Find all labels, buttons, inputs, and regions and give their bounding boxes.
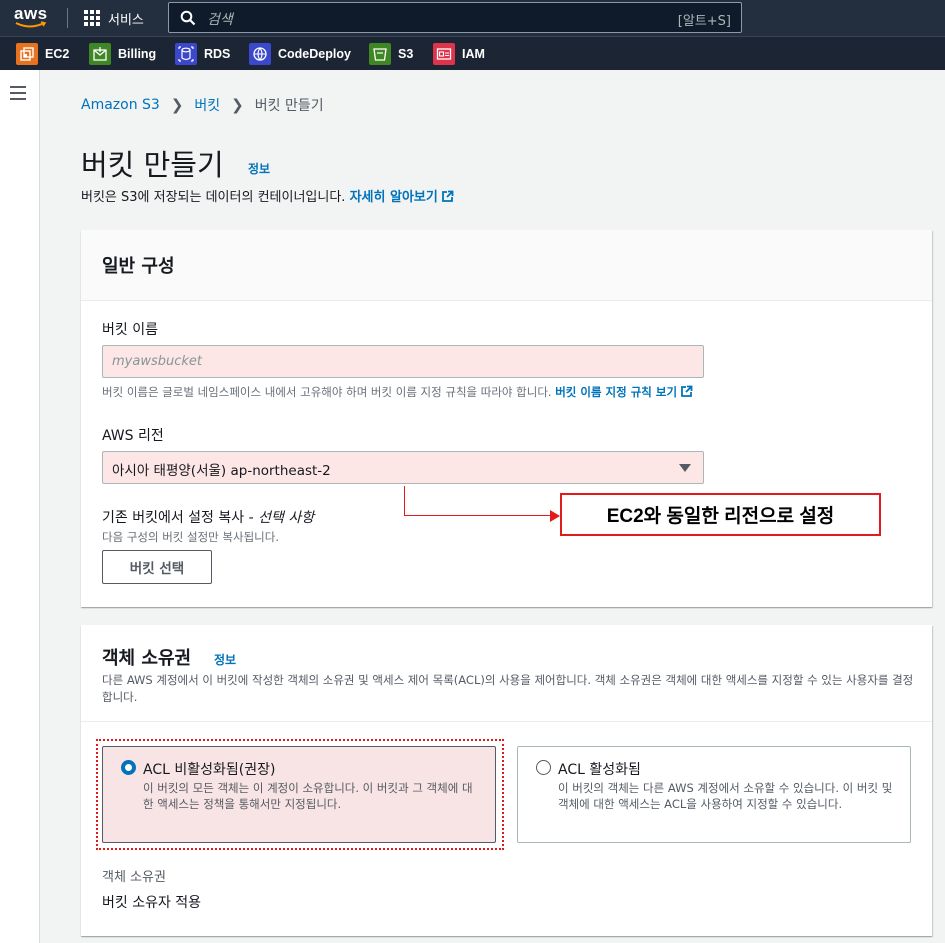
bucket-name-placeholder: myawsbucket bbox=[112, 354, 202, 369]
aws-logo[interactable]: aws bbox=[14, 4, 54, 30]
favorite-label: RDS bbox=[204, 47, 231, 61]
copy-settings-text: 기존 버킷에서 설정 복사 - bbox=[102, 510, 259, 526]
bucket-name-help-text: 버킷 이름은 글로벌 네임스페이스 내에서 고유해야 하며 버킷 이름 지정 규… bbox=[102, 385, 552, 399]
top-navigation-bar: aws 서비스 검색 [알트+S] bbox=[0, 0, 945, 36]
acl-disabled-description: 이 버킷의 모든 객체는 이 계정이 소유합니다. 이 버킷과 그 객체에 대한… bbox=[143, 781, 473, 811]
caret-down-icon bbox=[679, 464, 691, 472]
favorite-billing[interactable]: Billing bbox=[89, 43, 156, 65]
breadcrumb-buckets[interactable]: 버킷 bbox=[194, 95, 220, 115]
search-icon bbox=[180, 10, 196, 26]
search-shortcut: [알트+S] bbox=[677, 14, 731, 29]
rds-icon bbox=[175, 43, 197, 65]
services-label: 서비스 bbox=[108, 12, 144, 28]
chevron-right-icon: ❯ bbox=[231, 96, 244, 114]
bucket-name-input[interactable]: myawsbucket bbox=[102, 345, 704, 378]
breadcrumb-current: 버킷 만들기 bbox=[254, 98, 324, 114]
favorite-label: IAM bbox=[462, 47, 485, 61]
section-divider bbox=[81, 721, 932, 722]
breadcrumb-amazon-s3[interactable]: Amazon S3 bbox=[81, 97, 160, 113]
general-configuration-panel: 일반 구성 버킷 이름 myawsbucket 버킷 이름은 글로벌 네임스페이… bbox=[81, 230, 932, 607]
page-subtitle-text: 버킷은 S3에 저장되는 데이터의 컨테이너입니다. bbox=[81, 190, 346, 205]
favorites-bar: EC2 Billing RDS CodeDeploy S3 IAM bbox=[0, 36, 945, 70]
object-ownership-heading: 객체 소유권 bbox=[102, 648, 192, 669]
aws-region-select[interactable]: 아시아 태평양(서울) ap-northeast-2 bbox=[102, 451, 704, 484]
page-subtitle: 버킷은 S3에 저장되는 데이터의 컨테이너입니다. 자세히 알아보기 bbox=[81, 186, 454, 205]
copy-settings-help: 다음 구성의 버킷 설정만 복사됩니다. bbox=[102, 530, 279, 544]
acl-enabled-title: ACL 활성화됨 bbox=[558, 762, 641, 778]
acl-enabled-description: 이 버킷의 객체는 다른 AWS 계정에서 소유할 수 있습니다. 이 버킷 및… bbox=[558, 781, 893, 811]
s3-icon bbox=[369, 43, 391, 65]
region-annotation-callout: EC2와 동일한 리전으로 설정 bbox=[560, 493, 881, 536]
search-placeholder: 검색 bbox=[207, 12, 233, 28]
aws-smile-icon bbox=[15, 21, 47, 28]
bucket-name-help: 버킷 이름은 글로벌 네임스페이스 내에서 고유해야 하며 버킷 이름 지정 규… bbox=[102, 384, 693, 400]
iam-icon bbox=[433, 43, 455, 65]
favorite-iam[interactable]: IAM bbox=[433, 43, 485, 65]
nav-divider bbox=[67, 8, 68, 28]
page-info-link[interactable]: 정보 bbox=[248, 160, 270, 177]
panel-header: 일반 구성 bbox=[81, 230, 932, 301]
object-ownership-field-label: 객체 소유권 bbox=[102, 870, 166, 885]
copy-settings-optional: 선택 사항 bbox=[258, 510, 315, 526]
aws-region-label: AWS 리전 bbox=[102, 428, 164, 444]
callout-connector-horizontal bbox=[404, 515, 552, 516]
favorite-ec2[interactable]: EC2 bbox=[16, 43, 69, 65]
favorite-label: CodeDeploy bbox=[278, 47, 351, 61]
aws-region-value: 아시아 태평양(서울) ap-northeast-2 bbox=[112, 463, 331, 479]
callout-connector-vertical bbox=[404, 486, 405, 515]
radio-button-unselected[interactable] bbox=[536, 760, 551, 775]
favorite-label: EC2 bbox=[45, 47, 70, 61]
favorite-codedeploy[interactable]: CodeDeploy bbox=[249, 43, 351, 65]
bucket-name-label: 버킷 이름 bbox=[102, 322, 158, 338]
side-navigation-rail bbox=[0, 70, 40, 943]
naming-rules-link[interactable]: 버킷 이름 지정 규칙 보기 bbox=[555, 385, 693, 399]
billing-icon bbox=[89, 43, 111, 65]
external-link-icon bbox=[441, 190, 454, 202]
acl-disabled-title: ACL 비활성화됨(권장) bbox=[143, 762, 276, 778]
favorite-rds[interactable]: RDS bbox=[175, 43, 230, 65]
codedeploy-icon bbox=[249, 43, 271, 65]
hamburger-menu-icon[interactable] bbox=[10, 86, 26, 104]
services-grid-icon bbox=[84, 10, 100, 26]
favorite-label: S3 bbox=[398, 47, 414, 61]
choose-bucket-button[interactable]: 버킷 선택 bbox=[102, 550, 212, 584]
general-configuration-heading: 일반 구성 bbox=[102, 256, 175, 277]
radio-button-selected[interactable] bbox=[121, 760, 136, 775]
external-link-icon bbox=[681, 385, 693, 397]
chevron-right-icon: ❯ bbox=[170, 96, 184, 114]
page-title: 버킷 만들기 bbox=[81, 148, 224, 182]
learn-more-label: 자세히 알아보기 bbox=[349, 190, 438, 205]
object-ownership-description: 다른 AWS 계정에서 이 버킷에 작성한 객체의 소유권 및 액세스 제어 목… bbox=[102, 673, 914, 704]
copy-settings-label: 기존 버킷에서 설정 복사 - 선택 사항 bbox=[102, 507, 314, 527]
search-input[interactable]: 검색 [알트+S] bbox=[168, 2, 742, 33]
breadcrumb: Amazon S3 ❯ 버킷 ❯ 버킷 만들기 bbox=[81, 95, 324, 115]
callout-arrowhead bbox=[550, 510, 560, 522]
favorite-s3[interactable]: S3 bbox=[369, 43, 413, 65]
learn-more-link[interactable]: 자세히 알아보기 bbox=[350, 190, 454, 205]
object-ownership-field-value: 버킷 소유자 적용 bbox=[102, 895, 202, 911]
object-ownership-panel: 객체 소유권 정보 다른 AWS 계정에서 이 버킷에 작성한 객체의 소유권 … bbox=[81, 625, 932, 936]
acl-disabled-option[interactable]: ACL 비활성화됨(권장) 이 버킷의 모든 객체는 이 계정이 소유합니다. … bbox=[102, 746, 496, 843]
favorite-label: Billing bbox=[118, 47, 157, 61]
services-menu-button[interactable]: 서비스 bbox=[84, 8, 144, 28]
object-ownership-info-link[interactable]: 정보 bbox=[214, 651, 236, 668]
naming-rules-label: 버킷 이름 지정 규칙 보기 bbox=[555, 385, 678, 399]
ec2-icon bbox=[16, 43, 38, 65]
acl-enabled-option[interactable]: ACL 활성화됨 이 버킷의 객체는 다른 AWS 계정에서 소유할 수 있습니… bbox=[517, 746, 911, 843]
